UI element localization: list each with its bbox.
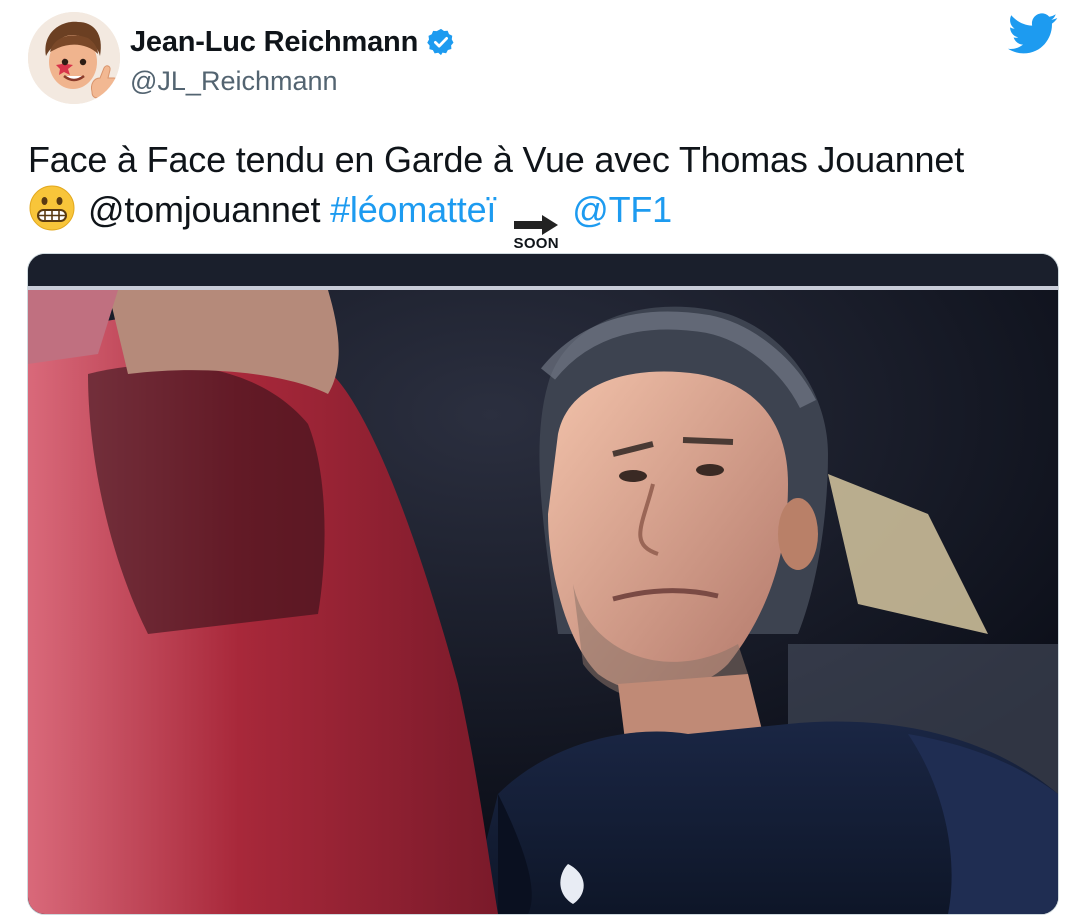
mention-tomjouannet[interactable]: @tomjouannet (88, 189, 320, 230)
soon-arrow-emoji: SOON (510, 214, 562, 252)
soon-arrow-icon (514, 215, 559, 235)
author-avatar[interactable] (28, 12, 120, 104)
mention-tf1[interactable]: @TF1 (572, 189, 672, 230)
tv-screenshot-photo (28, 254, 1058, 914)
author-handle[interactable]: @JL_Reichmann (130, 66, 338, 97)
twitter-bird-icon[interactable] (1008, 12, 1058, 56)
tweet-text-line-2: @tomjouannet #léomatteï SOON @TF1 (28, 184, 1058, 252)
tweet-text: Face à Face tendu en Garde à Vue avec Th… (28, 136, 1058, 252)
tweet-media-photo[interactable] (27, 253, 1059, 915)
hashtag-leomattei[interactable]: #léomatteï (330, 189, 496, 230)
author-display-name[interactable]: Jean-Luc Reichmann (130, 26, 418, 59)
grimacing-face-emoji-icon (29, 185, 75, 231)
verified-badge-icon (427, 28, 454, 56)
author-name-row: Jean-Luc Reichmann (130, 24, 456, 60)
soon-label: SOON (513, 235, 559, 252)
memoji-avatar-icon (28, 12, 120, 104)
tweet-card: Jean-Luc Reichmann @JL_Reichmann Face à … (0, 0, 1082, 915)
tweet-text-line-1: Face à Face tendu en Garde à Vue avec Th… (28, 139, 964, 180)
